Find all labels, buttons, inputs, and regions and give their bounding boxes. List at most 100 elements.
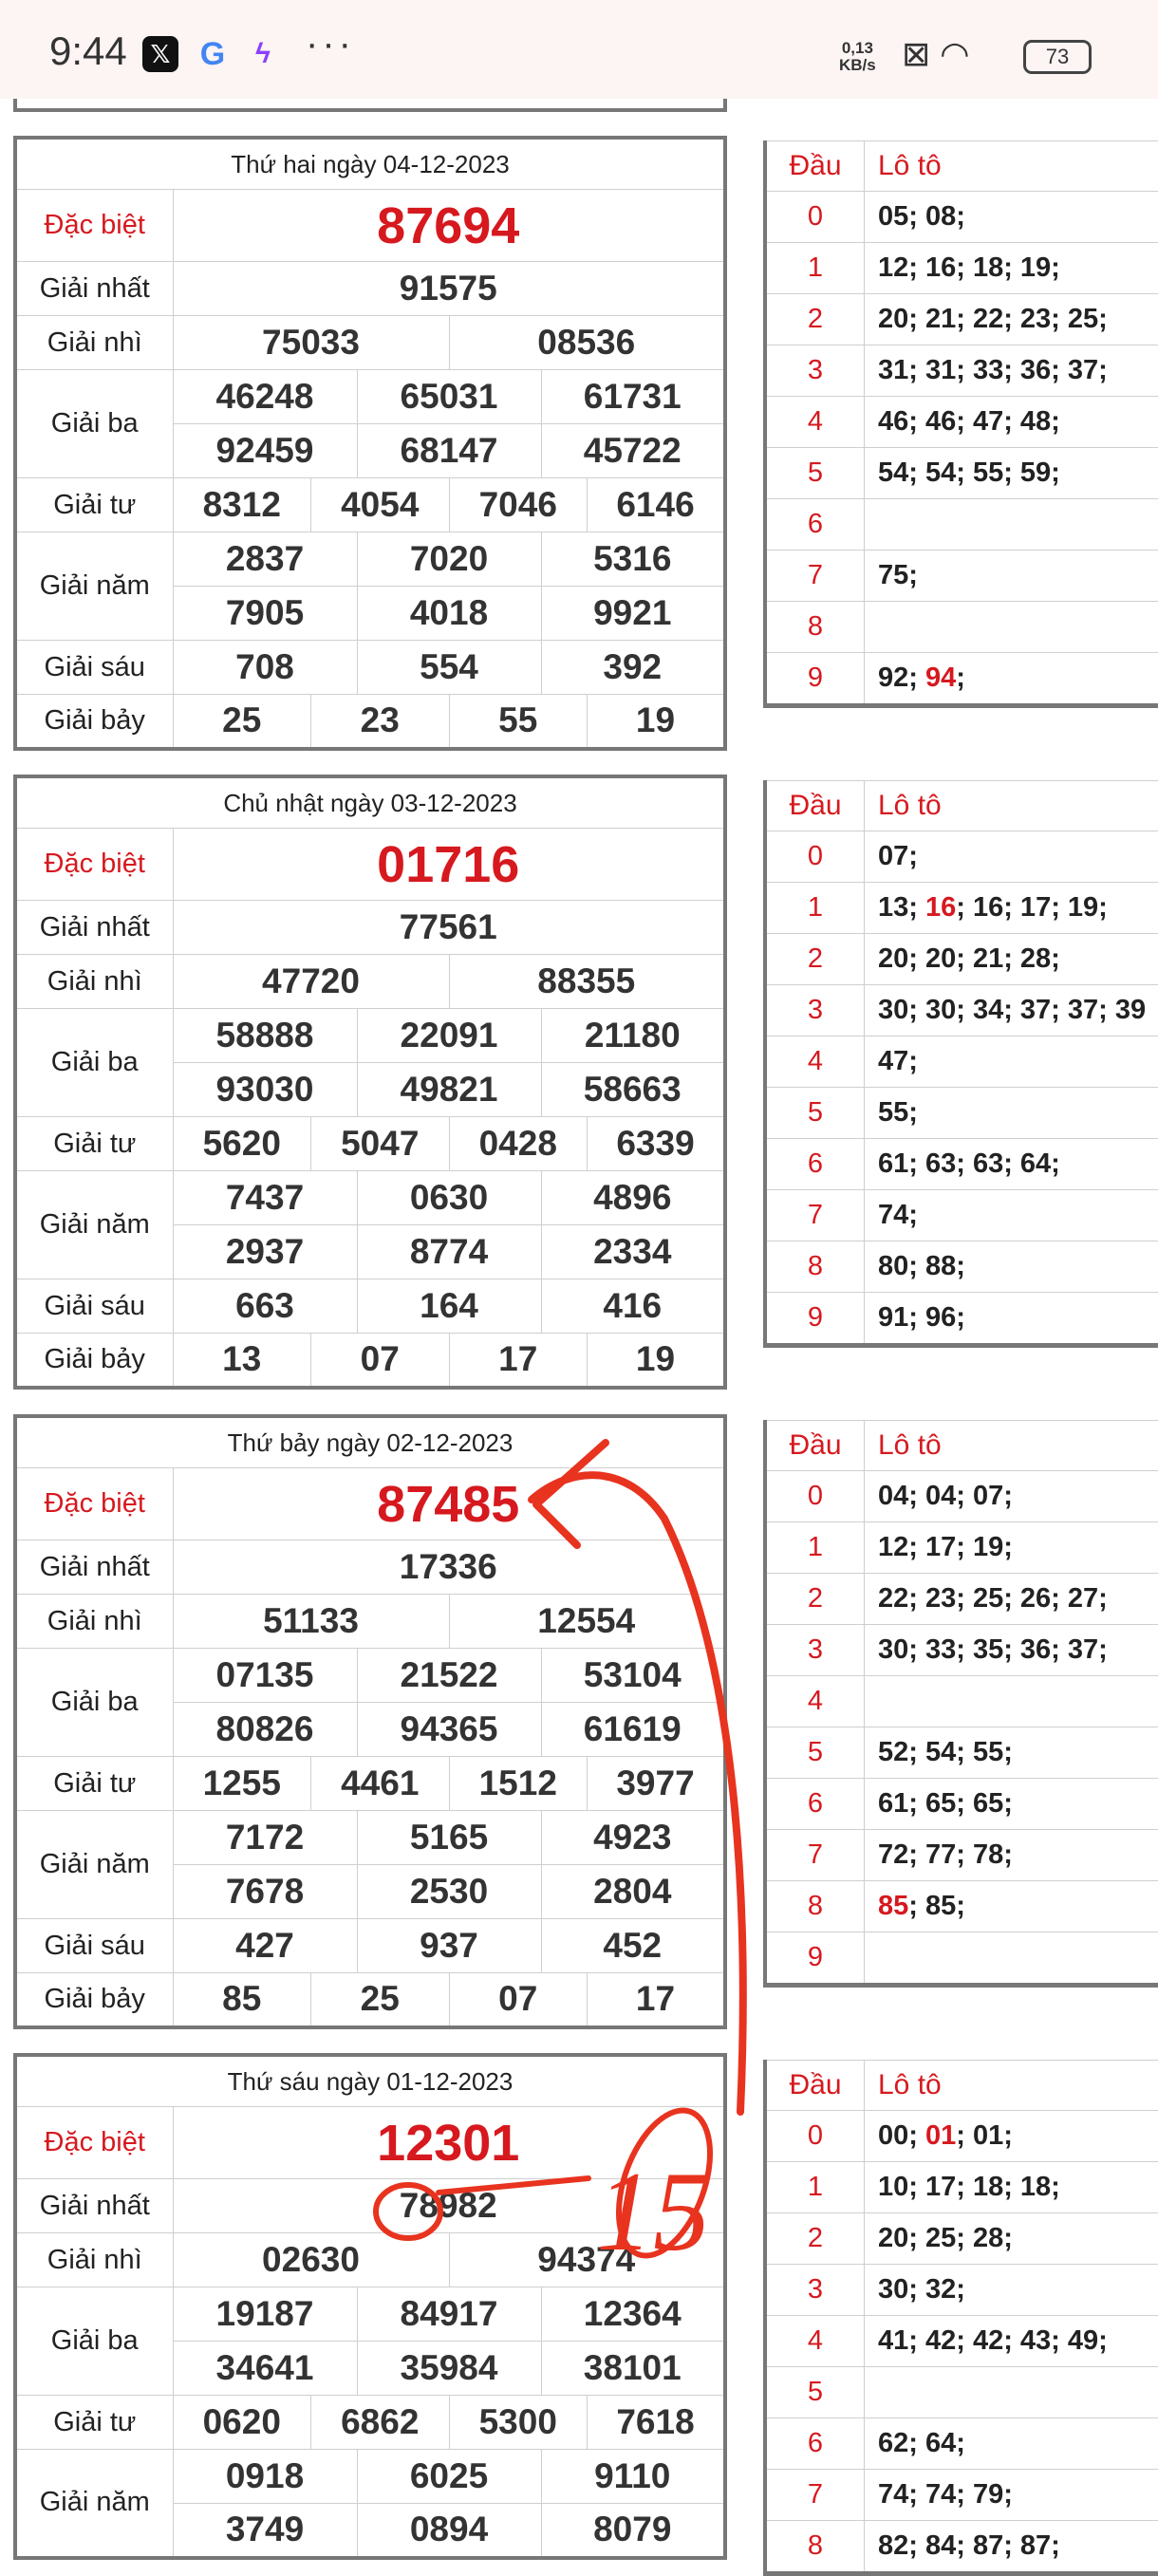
label-fourth-prize: Giải tư (15, 478, 173, 532)
loto-row: 662; 64; (765, 2418, 1158, 2470)
fifth-prize-value: 4923 (541, 1811, 725, 1865)
second-prize-value: 88355 (449, 955, 725, 1009)
label-special-prize: Đặc biệt (15, 2107, 173, 2179)
loto-numbers: 12; 17; 19; (865, 1522, 1158, 1574)
fifth-prize-value: 4896 (541, 1171, 725, 1225)
clock: 9:44 (49, 28, 127, 74)
loto-row: 8 (765, 602, 1158, 653)
loto-row: 222; 23; 25; 26; 27; (765, 1574, 1158, 1625)
head-column-title: Đầu (765, 1421, 865, 1471)
fourth-prize-value: 8312 (173, 478, 311, 532)
label-fifth-prize: Giải năm (15, 532, 173, 641)
head-digit: 3 (765, 985, 865, 1036)
seventh-prize-value: 07 (311, 1334, 450, 1388)
fifth-prize-value: 3749 (173, 2504, 357, 2558)
fourth-prize-value: 4461 (311, 1757, 450, 1811)
special-prize-value: 87694 (173, 190, 725, 262)
loto-row: 330; 30; 34; 37; 37; 39 (765, 985, 1158, 1036)
label-seventh-prize: Giải bảy (15, 1334, 173, 1388)
fifth-prize-value: 2530 (357, 1865, 541, 1919)
fifth-prize-value: 6025 (357, 2450, 541, 2504)
head-digit: 5 (765, 1727, 865, 1779)
loto-table: ĐầuLô tô004; 04; 07;112; 17; 19;222; 23;… (763, 1420, 1158, 1988)
head-digit: 5 (765, 448, 865, 499)
loto-row: 880; 88; (765, 1241, 1158, 1293)
head-digit: 7 (765, 2470, 865, 2521)
loto-row: 4 (765, 1676, 1158, 1727)
label-first-prize: Giải nhất (15, 262, 173, 316)
label-fourth-prize: Giải tư (15, 1757, 173, 1811)
seventh-prize-value: 13 (173, 1334, 311, 1388)
head-digit: 6 (765, 2418, 865, 2470)
loto-row: 446; 46; 47; 48; (765, 397, 1158, 448)
third-prize-value: 38101 (541, 2342, 725, 2396)
fifth-prize-value: 8079 (541, 2504, 725, 2558)
loto-numbers: 80; 88; (865, 1241, 1158, 1293)
loto-row: 113; 16; 16; 17; 19; (765, 883, 1158, 934)
seventh-prize-value: 19 (588, 695, 726, 749)
loto-numbers: 30; 33; 35; 36; 37; (865, 1625, 1158, 1676)
sixth-prize-value: 392 (541, 641, 725, 695)
loto-row: 330; 33; 35; 36; 37; (765, 1625, 1158, 1676)
special-prize-value: 87485 (173, 1468, 725, 1540)
head-digit: 7 (765, 551, 865, 602)
loto-row: 552; 54; 55; (765, 1727, 1158, 1779)
loto-table: ĐầuLô tô007;113; 16; 16; 17; 19;220; 20;… (763, 780, 1158, 1348)
seventh-prize-value: 25 (311, 1973, 450, 2027)
second-prize-value: 08536 (449, 316, 725, 370)
label-first-prize: Giải nhất (15, 901, 173, 955)
sixth-prize-value: 164 (357, 1279, 541, 1334)
loto-table: ĐầuLô tô000; 01; 01;110; 17; 18; 18;220;… (763, 2060, 1158, 2576)
third-prize-value: 45722 (541, 424, 725, 478)
special-loto-number: 16 (925, 892, 956, 923)
head-digit: 9 (765, 1932, 865, 1986)
head-digit: 1 (765, 243, 865, 294)
loto-row: 110; 17; 18; 18; (765, 2162, 1158, 2213)
head-digit: 6 (765, 1779, 865, 1830)
loto-numbers: 31; 31; 33; 36; 37; (865, 345, 1158, 397)
loto-numbers: 47; (865, 1036, 1158, 1088)
loto-column-title: Lô tô (865, 781, 1158, 831)
loto-numbers: 22; 23; 25; 26; 27; (865, 1574, 1158, 1625)
loto-column-title: Lô tô (865, 141, 1158, 192)
special-loto-number: 94 (925, 663, 956, 693)
fifth-prize-value: 7905 (173, 587, 357, 641)
label-seventh-prize: Giải bảy (15, 695, 173, 749)
third-prize-value: 94365 (357, 1703, 541, 1757)
fourth-prize-value: 5620 (173, 1117, 311, 1171)
network-speed: 0,13 KB/s (839, 40, 876, 74)
loto-numbers: 46; 46; 47; 48; (865, 397, 1158, 448)
fourth-prize-value: 5047 (311, 1117, 450, 1171)
third-prize-value: 21180 (541, 1009, 725, 1063)
sixth-prize-value: 554 (357, 641, 541, 695)
loto-numbers: 05; 08; (865, 192, 1158, 243)
label-fourth-prize: Giải tư (15, 2396, 173, 2450)
head-digit: 0 (765, 192, 865, 243)
head-digit: 8 (765, 602, 865, 653)
seventh-prize-value: 55 (449, 695, 588, 749)
previous-table-end (13, 99, 727, 112)
loto-row: 441; 42; 42; 43; 49; (765, 2316, 1158, 2367)
head-digit: 5 (765, 1088, 865, 1139)
head-digit: 7 (765, 1830, 865, 1881)
loto-numbers: 62; 64; (865, 2418, 1158, 2470)
label-first-prize: Giải nhất (15, 1540, 173, 1595)
loto-numbers: 41; 42; 42; 43; 49; (865, 2316, 1158, 2367)
loto-numbers: 74; 74; 79; (865, 2470, 1158, 2521)
loto-numbers: 91; 96; (865, 1293, 1158, 1346)
loto-numbers: 54; 54; 55; 59; (865, 448, 1158, 499)
special-prize-value: 01716 (173, 829, 725, 901)
loto-row: 5 (765, 2367, 1158, 2418)
loto-row: 220; 20; 21; 28; (765, 934, 1158, 985)
label-second-prize: Giải nhì (15, 955, 173, 1009)
loto-row: 005; 08; (765, 192, 1158, 243)
loto-numbers: 85; 85; (865, 1881, 1158, 1932)
third-prize-value: 65031 (357, 370, 541, 424)
second-prize-value: 94374 (449, 2233, 725, 2287)
special-prize-value: 12301 (173, 2107, 725, 2179)
loto-numbers: 04; 04; 07; (865, 1471, 1158, 1522)
loto-table: ĐầuLô tô005; 08;112; 16; 18; 19;220; 21;… (763, 140, 1158, 708)
fourth-prize-value: 6339 (588, 1117, 726, 1171)
loto-numbers (865, 1932, 1158, 1986)
head-digit: 6 (765, 499, 865, 551)
